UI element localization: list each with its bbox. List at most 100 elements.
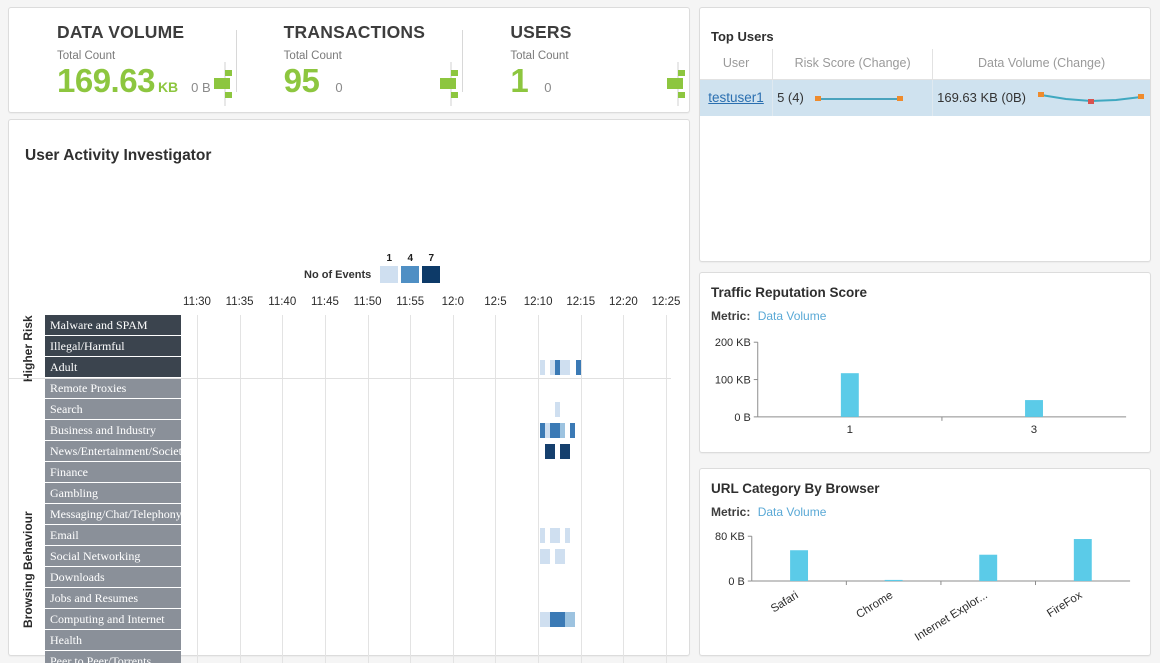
table-header-row: User Risk Score (Change) Data Volume (Ch… — [700, 49, 1150, 80]
category-row-messaging-chat-telephony[interactable]: Messaging/Chat/Telephony — [45, 504, 181, 525]
event-mark[interactable] — [560, 423, 565, 438]
category-row-search[interactable]: Search — [45, 399, 181, 420]
time-tick-label: 12:15 — [566, 296, 595, 308]
time-tick-label: 12:20 — [609, 296, 638, 308]
bar[interactable] — [1074, 539, 1092, 581]
event-mark[interactable] — [540, 360, 545, 375]
kpi-title: DATA VOLUME — [57, 22, 236, 43]
legend-swatches: 147 — [380, 253, 440, 283]
url-category-by-browser-card: URL Category By Browser Metric: Data Vol… — [699, 468, 1151, 656]
time-tick-label: 11:35 — [226, 296, 254, 308]
grid-line — [197, 315, 198, 663]
category-row-illegal-harmful[interactable]: Illegal/Harmful — [45, 336, 181, 357]
kpi-value-row: 10 — [510, 64, 689, 99]
category-row-jobs-and-resumes[interactable]: Jobs and Resumes — [45, 588, 181, 609]
category-row-business-and-industry[interactable]: Business and Industry — [45, 420, 181, 441]
event-mark[interactable] — [565, 444, 570, 459]
event-mark[interactable] — [565, 528, 570, 543]
legend-swatch — [401, 266, 419, 283]
grid-line — [240, 315, 241, 663]
time-tick-label: 12:25 — [652, 296, 681, 308]
panel-title-url-category: URL Category By Browser — [711, 481, 880, 496]
event-mark[interactable] — [555, 402, 560, 417]
column-header-data-volume[interactable]: Data Volume (Change) — [933, 49, 1150, 80]
top-users-body: testuser15 (4)169.63 KB (0B) — [700, 80, 1150, 116]
user-link[interactable]: testuser1 — [708, 90, 764, 105]
category-row-social-networking[interactable]: Social Networking — [45, 546, 181, 567]
top-users-card: Top Users User Risk Score (Change) Data … — [699, 7, 1151, 262]
bar[interactable] — [1025, 400, 1043, 417]
x-tick-label: Chrome — [854, 589, 895, 621]
kpi-row: DATA VOLUMETotal Count169.63KB0 B TRANSAC… — [9, 8, 689, 112]
category-row-downloads[interactable]: Downloads — [45, 567, 181, 588]
x-tick-label: FireFox — [1045, 589, 1084, 620]
category-row-news-entertainment-society[interactable]: News/Entertainment/Society — [45, 441, 181, 462]
metric-row-url-category: Metric: Data Volume — [711, 505, 826, 519]
category-row-peer-to-peer-torrents[interactable]: Peer to Peer/Torrents — [45, 651, 181, 663]
axis-group-higher-risk: Higher Risk — [21, 320, 35, 382]
time-tick-label: 11:40 — [268, 296, 296, 308]
time-tick-label: 11:55 — [396, 296, 424, 308]
bar[interactable] — [979, 555, 997, 581]
grid-line — [368, 315, 369, 663]
kpi-sparkline — [440, 62, 462, 106]
events-legend: No of Events 147 — [304, 253, 440, 283]
kpi-title: USERS — [510, 22, 689, 43]
time-tick-label: 12:10 — [524, 296, 553, 308]
axis-group-browsing-behaviour: Browsing Behaviour — [21, 468, 35, 628]
kpi-value: 1 — [510, 64, 528, 99]
bar[interactable] — [885, 580, 903, 581]
column-header-user[interactable]: User — [700, 49, 773, 80]
grid-line — [325, 315, 326, 663]
grid-line — [495, 315, 496, 663]
category-row-finance[interactable]: Finance — [45, 462, 181, 483]
bar[interactable] — [841, 373, 859, 417]
panel-title-traffic-reputation: Traffic Reputation Score — [711, 285, 867, 300]
grid-line — [282, 315, 283, 663]
metric-label: Metric: — [711, 505, 750, 519]
kpi-sparkline — [667, 62, 689, 106]
category-row-computing-and-internet[interactable]: Computing and Internet — [45, 609, 181, 630]
event-mark[interactable] — [540, 528, 545, 543]
kpi-summary-card: DATA VOLUMETotal Count169.63KB0 B TRANSAC… — [8, 7, 690, 113]
event-mark[interactable] — [560, 549, 565, 564]
kpi-data-volume: DATA VOLUMETotal Count169.63KB0 B — [9, 8, 236, 112]
metric-value-link[interactable]: Data Volume — [758, 309, 827, 323]
category-row-gambling[interactable]: Gambling — [45, 483, 181, 504]
event-mark[interactable] — [576, 360, 581, 375]
bar[interactable] — [790, 550, 808, 581]
kpi-unit: KB — [158, 79, 178, 95]
kpi-title: TRANSACTIONS — [284, 22, 463, 43]
event-mark[interactable] — [570, 612, 575, 627]
url-category-bar-chart: 80 KB0 BSafariChromeInternet Explor...Fi… — [700, 525, 1150, 653]
time-tick-label: 11:30 — [183, 296, 211, 308]
category-row-malware-and-spam[interactable]: Malware and SPAM — [45, 315, 181, 336]
cell-data-volume: 169.63 KB (0B) — [933, 80, 1150, 116]
event-mark[interactable] — [565, 360, 570, 375]
category-row-health[interactable]: Health — [45, 630, 181, 651]
metric-value-link[interactable]: Data Volume — [758, 505, 827, 519]
category-row-email[interactable]: Email — [45, 525, 181, 546]
dashboard-root: DATA VOLUMETotal Count169.63KB0 B TRANSAC… — [0, 0, 1160, 663]
activity-plot — [185, 315, 678, 663]
legend-value: 4 — [401, 253, 419, 264]
event-mark[interactable] — [570, 423, 575, 438]
y-tick-label: 80 KB — [715, 531, 745, 543]
kpi-value-row: 169.63KB0 B — [57, 64, 236, 99]
legend-item: 1 — [380, 253, 398, 283]
event-mark[interactable] — [555, 528, 560, 543]
metric-label: Metric: — [711, 309, 750, 323]
column-header-risk-score[interactable]: Risk Score (Change) — [773, 49, 933, 80]
event-mark[interactable] — [545, 549, 550, 564]
y-tick-label: 0 B — [728, 576, 744, 588]
table-row[interactable]: testuser15 (4)169.63 KB (0B) — [700, 80, 1150, 116]
event-mark[interactable] — [550, 444, 555, 459]
time-tick-label: 12:0 — [442, 296, 464, 308]
grid-line — [453, 315, 454, 663]
time-tick-label: 11:45 — [311, 296, 339, 308]
kpi-sparkline — [214, 62, 236, 106]
kpi-value: 95 — [284, 64, 320, 99]
category-row-remote-proxies[interactable]: Remote Proxies — [45, 378, 181, 399]
risk-score-sparkline — [814, 90, 904, 106]
category-row-adult[interactable]: Adult — [45, 357, 181, 378]
